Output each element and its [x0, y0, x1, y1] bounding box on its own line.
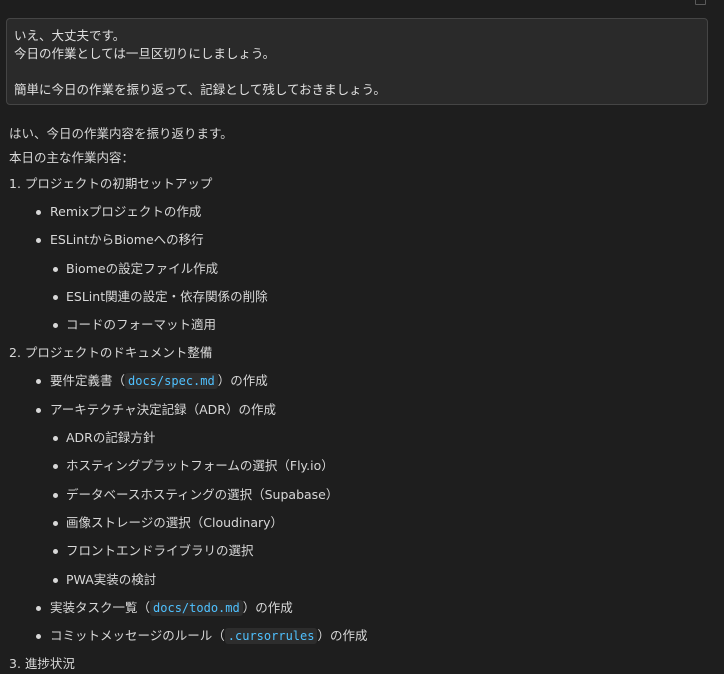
- list-item-text: アーキテクチャ決定記録（ADR）の作成: [50, 401, 276, 417]
- bullet-icon: [53, 266, 58, 272]
- list-item-text: ）の作成: [217, 373, 268, 389]
- list-item-text: データベースホスティングの選択（Supabase）: [66, 486, 339, 502]
- bullet-icon: [53, 294, 58, 300]
- list-item-text: ADRの記録方針: [66, 430, 156, 446]
- copy-icon[interactable]: [695, 0, 706, 5]
- response-intro: はい、今日の作業内容を振り返ります。: [9, 126, 233, 141]
- list-item: Remixプロジェクトの作成: [9, 200, 714, 228]
- list-item-text: ESLint関連の設定・依存関係の削除: [66, 288, 268, 304]
- list-item-text: 実装タスク一覧（: [50, 599, 151, 615]
- sub-list-item: PWA実装の検討: [9, 568, 714, 596]
- list-item: ESLintからBiomeへの移行: [9, 228, 714, 256]
- bullet-icon: [53, 492, 58, 498]
- sub-list-item: ADRの記録方針: [9, 426, 714, 454]
- list-item-text: 要件定義書（: [50, 373, 126, 389]
- list-item-text: フロントエンドライブラリの選択: [66, 543, 254, 559]
- list-item: 実装タスク一覧（ docs/todo.md ）の作成: [9, 596, 714, 624]
- bullet-icon: [53, 549, 58, 555]
- inline-code-spec: docs/spec.md: [125, 373, 218, 390]
- bullet-icon: [36, 605, 41, 611]
- sub-list-item: コードのフォーマット適用: [9, 313, 714, 341]
- bullet-icon: [36, 634, 41, 640]
- list-item-text: Biomeの設定ファイル作成: [66, 260, 219, 276]
- list-item-text: ESLintからBiomeへの移行: [50, 232, 204, 248]
- response-heading: 本日の主な作業内容：: [9, 150, 135, 165]
- list-item-text: 画像ストレージの選択（Cloudinary）: [66, 514, 284, 530]
- bullet-icon: [53, 323, 58, 329]
- inline-code-todo: docs/todo.md: [150, 599, 243, 616]
- list-item-text: ）の作成: [317, 628, 368, 644]
- list-item-text: ）の作成: [242, 599, 293, 615]
- sub-list-item: ESLint関連の設定・依存関係の削除: [9, 285, 714, 313]
- list-item-text: PWA実装の検討: [66, 571, 157, 587]
- list-item: アーキテクチャ決定記録（ADR）の作成: [9, 398, 714, 426]
- list-item-text: コードのフォーマット適用: [66, 317, 217, 333]
- list-item-text: Remixプロジェクトの作成: [50, 204, 202, 219]
- user-message-line: 今日の作業としては一旦区切りにしましょう。: [14, 46, 276, 61]
- user-message-line: 簡単に今日の作業を振り返って、記録として残しておきましょう。: [14, 82, 386, 97]
- sub-list-item: フロントエンドライブラリの選択: [9, 539, 714, 567]
- section-title: 3. 進捗状況: [9, 656, 75, 672]
- user-message: いえ、大丈夫です。 今日の作業としては一旦区切りにしましょう。 簡単に今日の作業…: [6, 18, 708, 105]
- bullet-icon: [53, 464, 58, 470]
- list-item-text: ホスティングプラットフォームの選択（Fly.io）: [66, 458, 334, 474]
- list-item-text: コミットメッセージのルール（: [50, 628, 225, 644]
- sub-list-item: 画像ストレージの選択（Cloudinary）: [9, 511, 714, 539]
- inline-code-cursorrules: .cursorrules: [224, 628, 318, 645]
- bullet-icon: [53, 577, 58, 583]
- sub-list-item: Biomeの設定ファイル作成: [9, 257, 714, 285]
- bullet-icon: [36, 379, 41, 385]
- section-title: 1. プロジェクトの初期セットアップ: [9, 176, 213, 191]
- list-item: コミットメッセージのルール（ .cursorrules ）の作成: [9, 624, 714, 652]
- sub-list-item: データベースホスティングの選択（Supabase）: [9, 483, 714, 511]
- sub-list-item: ホスティングプラットフォームの選択（Fly.io）: [9, 454, 714, 482]
- bullet-icon: [36, 210, 41, 215]
- bullet-icon: [53, 436, 58, 442]
- bullet-icon: [36, 407, 41, 413]
- assistant-response: はい、今日の作業内容を振り返ります。 本日の主な作業内容： 1. プロジェクトの…: [9, 124, 714, 674]
- bullet-icon: [36, 238, 41, 244]
- bullet-icon: [53, 520, 58, 526]
- list-item: 要件定義書（ docs/spec.md ）の作成: [9, 369, 714, 397]
- section-title: 2. プロジェクトのドキュメント整備: [9, 345, 213, 361]
- user-message-line: いえ、大丈夫です。: [14, 28, 126, 43]
- user-message-blank-line: [14, 63, 700, 81]
